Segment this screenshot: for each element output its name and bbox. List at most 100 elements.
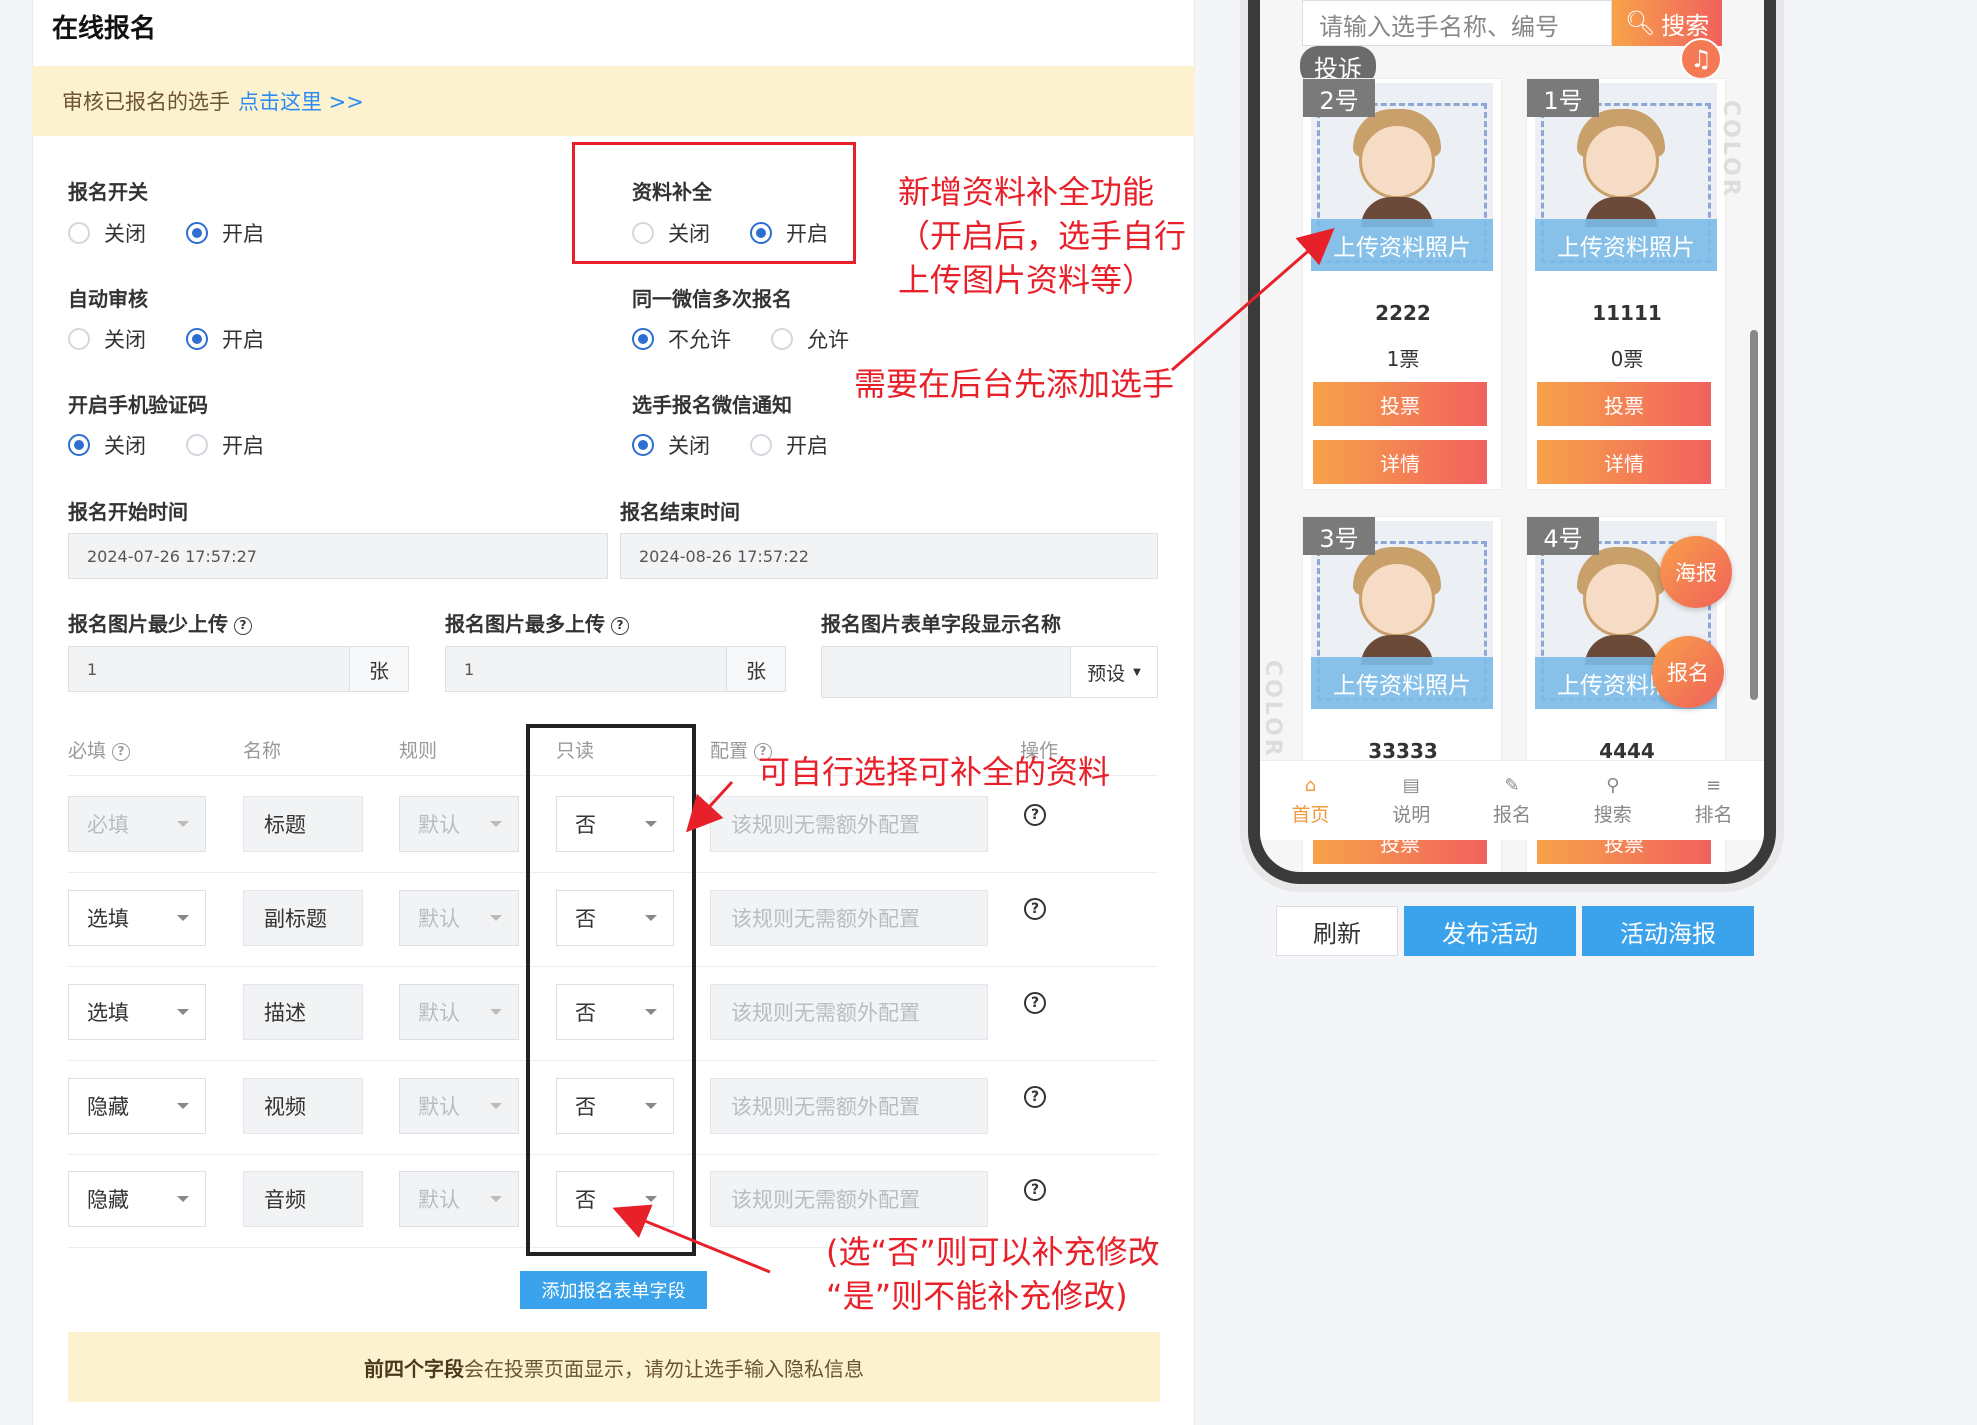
wechat-notify-on[interactable]: 开启 (750, 430, 828, 460)
rule-select[interactable]: 默认 (399, 1078, 519, 1134)
field-name-input[interactable]: 标题 (243, 796, 363, 852)
required-select[interactable]: 选填 (68, 890, 206, 946)
annotation-readonly-note: (选“否”则可以补充修改 “是”则不能补充修改) (826, 1233, 1160, 1315)
caret-down-icon (490, 1009, 502, 1015)
home-icon: ⌂ (1304, 774, 1317, 796)
search-icon: ⚲ (1606, 774, 1620, 796)
tab-intro[interactable]: ▤ 说明 (1361, 761, 1462, 840)
avatar (1583, 123, 1659, 199)
caret-down-icon (490, 821, 502, 827)
privacy-warning: 前四个字段 会在投票页面显示，请勿让选手输入隐私信息 (68, 1332, 1160, 1402)
image-field-name-input[interactable] (821, 646, 1071, 698)
rule-select[interactable]: 默认 (399, 796, 519, 852)
detail-button[interactable]: 详情 (1313, 440, 1487, 484)
config-input[interactable]: 该规则无需额外配置 (710, 796, 988, 852)
required-select[interactable]: 选填 (68, 984, 206, 1040)
rule-select[interactable]: 默认 (399, 890, 519, 946)
upload-banner[interactable]: 上传资料照片 (1311, 219, 1493, 271)
config-input[interactable]: 该规则无需额外配置 (710, 1078, 988, 1134)
edit-icon: ✎ (1504, 774, 1520, 796)
add-field-button[interactable]: 添加报名表单字段 (520, 1271, 707, 1309)
tab-rank[interactable]: ≡ 排名 (1663, 761, 1764, 840)
min-images-input[interactable]: 1 (68, 646, 350, 692)
poster-button[interactable]: 活动海报 (1582, 906, 1754, 956)
config-input[interactable]: 该规则无需额外配置 (710, 1171, 988, 1227)
publish-button[interactable]: 发布活动 (1404, 906, 1576, 956)
wechat-notify-radios: 关闭 开启 (632, 430, 868, 460)
help-icon[interactable]: ? (234, 616, 252, 635)
wechat-notify-off[interactable]: 关闭 (632, 430, 710, 460)
end-time-input[interactable]: 2024-08-26 17:57:22 (620, 533, 1158, 579)
field-name-input[interactable]: 音频 (243, 1171, 363, 1227)
signup-float-button[interactable]: 报名 (1652, 636, 1724, 708)
document-icon: ▤ (1402, 774, 1420, 796)
same-wechat-disallow[interactable]: 不允许 (632, 324, 731, 354)
auto-review-label: 自动审核 (68, 287, 148, 311)
search-input[interactable]: 请输入选手名称、编号 (1302, 0, 1612, 46)
scrollbar[interactable] (1750, 330, 1758, 700)
tab-signup[interactable]: ✎ 报名 (1462, 761, 1563, 840)
config-input[interactable]: 该规则无需额外配置 (710, 984, 988, 1040)
poster-float-button[interactable]: 海报 (1660, 536, 1732, 608)
sms-code-label: 开启手机验证码 (68, 393, 208, 417)
help-icon[interactable]: ? (1024, 992, 1046, 1014)
notice-bar: 审核已报名的选手 点击这里 >> (32, 66, 1195, 136)
contestant-votes: 0票 (1610, 347, 1644, 371)
caret-down-icon (177, 1196, 189, 1202)
refresh-button[interactable]: 刷新 (1276, 906, 1398, 956)
signup-switch-off[interactable]: 关闭 (68, 218, 146, 248)
detail-button[interactable]: 详情 (1537, 878, 1711, 884)
preset-dropdown[interactable]: 预设 ▼ (1070, 646, 1158, 698)
auto-review-radios: 关闭 开启 (68, 324, 304, 354)
upload-banner[interactable]: 上传资料照片 (1311, 657, 1493, 709)
help-icon[interactable]: ? (1024, 1179, 1046, 1201)
help-icon[interactable]: ? (112, 742, 131, 761)
contestant-card[interactable]: 上传资料照片 2号 2222 1票 投票 详情 (1302, 78, 1502, 490)
detail-button[interactable]: 详情 (1313, 878, 1487, 884)
vote-button[interactable]: 投票 (1537, 382, 1711, 426)
caret-down-icon (490, 1196, 502, 1202)
review-link[interactable]: 点击这里 >> (238, 90, 364, 114)
auto-review-off[interactable]: 关闭 (68, 324, 146, 354)
end-time-label: 报名结束时间 (620, 500, 740, 524)
tab-home[interactable]: ⌂ 首页 (1260, 761, 1361, 840)
required-select[interactable]: 隐藏 (68, 1078, 206, 1134)
contestant-votes: 1票 (1386, 347, 1420, 371)
help-icon[interactable]: ? (1024, 1086, 1046, 1108)
rule-select[interactable]: 默认 (399, 1171, 519, 1227)
search-icon: 🔍︎ (1624, 9, 1656, 37)
sms-code-off[interactable]: 关闭 (68, 430, 146, 460)
detail-button[interactable]: 详情 (1537, 440, 1711, 484)
tab-search[interactable]: ⚲ 搜索 (1562, 761, 1663, 840)
sms-code-on[interactable]: 开启 (186, 430, 264, 460)
field-name-input[interactable]: 描述 (243, 984, 363, 1040)
caret-down-icon (177, 1009, 189, 1015)
auto-review-on[interactable]: 开启 (186, 324, 264, 354)
signup-switch-on[interactable]: 开启 (186, 218, 264, 248)
image-field-name-label: 报名图片表单字段显示名称 (821, 612, 1061, 636)
bottom-tabbar: ⌂ 首页 ▤ 说明 ✎ 报名 ⚲ 搜索 ≡ 排名 (1260, 760, 1764, 840)
contestant-number: 1号 (1527, 79, 1599, 117)
vote-button[interactable]: 投票 (1313, 382, 1487, 426)
required-select[interactable]: 必填 (68, 796, 206, 852)
annotation-add-first: 需要在后台先添加选手 (854, 365, 1175, 403)
min-images-label: 报名图片最少上传? (68, 608, 252, 637)
contestant-number: 4号 (1527, 517, 1599, 555)
rule-select[interactable]: 默认 (399, 984, 519, 1040)
config-input[interactable]: 该规则无需额外配置 (710, 890, 988, 946)
music-icon[interactable]: ♫ (1680, 38, 1722, 80)
help-icon[interactable]: ? (1024, 898, 1046, 920)
required-select[interactable]: 隐藏 (68, 1171, 206, 1227)
same-wechat-allow[interactable]: 允许 (771, 324, 849, 354)
help-icon[interactable]: ? (611, 616, 629, 635)
help-icon[interactable]: ? (1024, 804, 1046, 826)
field-name-input[interactable]: 视频 (243, 1078, 363, 1134)
upload-banner[interactable]: 上传资料照片 (1535, 219, 1717, 271)
start-time-input[interactable]: 2024-07-26 17:57:27 (68, 533, 608, 579)
caret-down-icon (177, 821, 189, 827)
max-images-input[interactable]: 1 (445, 646, 727, 692)
start-time-label: 报名开始时间 (68, 500, 188, 524)
field-name-input[interactable]: 副标题 (243, 890, 363, 946)
caret-down-icon (490, 1103, 502, 1109)
contestant-card[interactable]: 上传资料照片 1号 11111 0票 投票 详情 (1526, 78, 1726, 490)
